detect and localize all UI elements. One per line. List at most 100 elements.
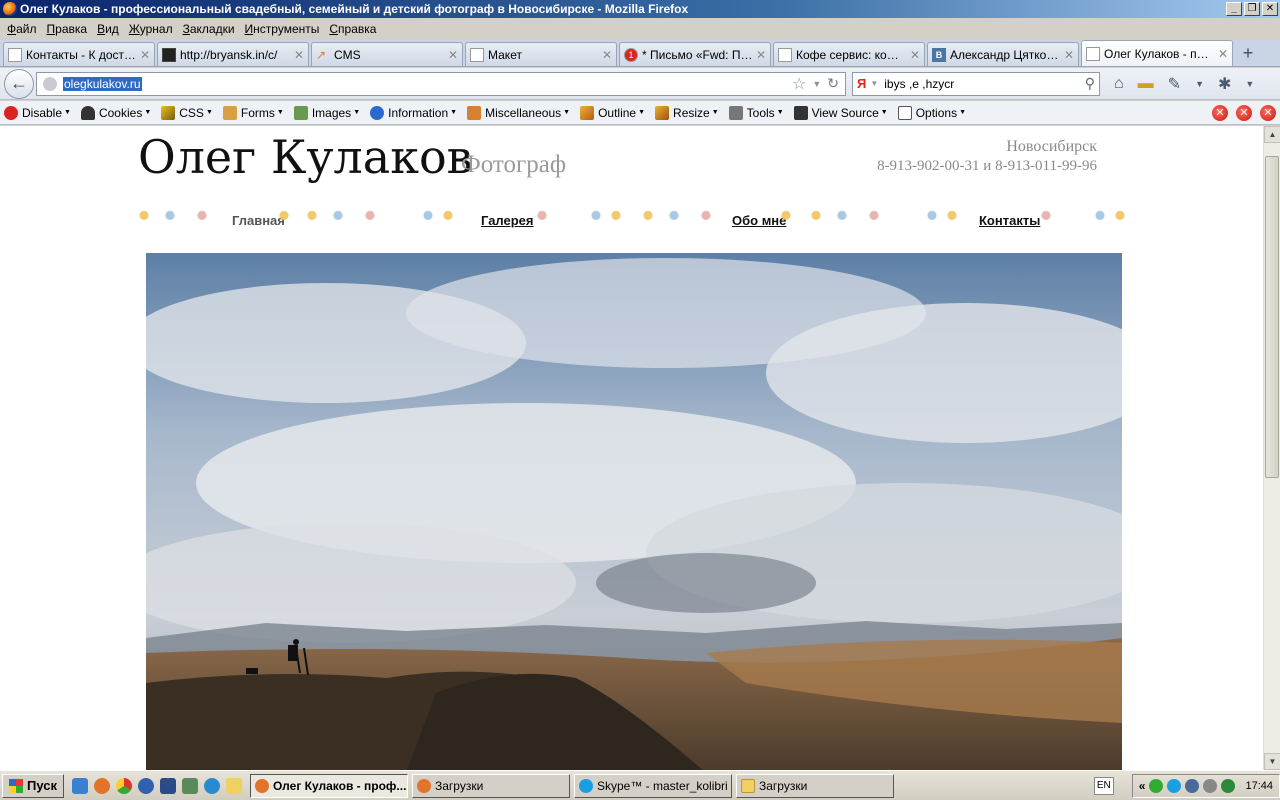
network-icon[interactable] [182,777,198,794]
page-scrollbar[interactable]: ▲ ▼ [1263,126,1280,770]
close-tab-icon[interactable]: ✕ [602,48,612,62]
tab-bryansk[interactable]: http://bryansk.in/c/ ✕ [157,42,309,66]
search-bar[interactable]: Я ▼ ibys ,e ,hzycr ⚲ [852,71,1100,96]
dev-miscellaneous[interactable]: Miscellaneous ▼ [467,105,570,120]
reload-icon[interactable]: ↻ [827,75,839,92]
nav-contacts[interactable]: Контакты [979,213,1040,228]
scroll-up-icon[interactable]: ▲ [1264,126,1280,143]
wifi-icon[interactable] [1203,778,1218,793]
bookmarks-icon[interactable]: ▬ [1138,75,1154,93]
maximize-button[interactable]: ❐ [1244,2,1260,16]
menu-bookmarks[interactable]: Закладки [178,22,240,36]
folder-icon[interactable] [226,777,242,794]
blank-page-icon [778,47,792,62]
home-icon[interactable]: ⌂ [1114,75,1124,93]
ie-icon[interactable] [204,777,220,794]
dev-css[interactable]: CSS ▼ [161,105,213,120]
hero-photo [146,253,1122,770]
menu-edit[interactable]: Правка [42,22,93,36]
close-toolbar-icon[interactable]: ✕ [1236,104,1252,121]
url-bar[interactable]: olegkulakov.ru ☆ ▼ ↻ [36,71,846,96]
close-tab-icon[interactable]: ✕ [140,48,150,62]
dev-cookies[interactable]: Cookies ▼ [80,105,151,120]
minimize-button[interactable]: _ [1226,2,1242,16]
task-downloads-folder[interactable]: Загрузки [736,773,894,798]
close-window-button[interactable]: ✕ [1262,2,1278,16]
flower-decoration-icon [868,210,880,228]
tab-strip: Контакты - К доста... ✕ http://bryansk.i… [0,40,1280,67]
menu-tools[interactable]: Инструменты [240,22,325,36]
history-dropdown-icon[interactable]: ▼ [812,79,821,89]
scroll-thumb[interactable] [1265,156,1279,478]
close-tab-icon[interactable]: ✕ [910,48,920,62]
dev-forms[interactable]: Forms ▼ [222,105,284,120]
firefox-icon[interactable] [94,777,110,794]
yandex-icon[interactable]: Я [857,76,866,91]
dev-resize[interactable]: Resize ▼ [655,105,719,120]
media-player-icon[interactable] [138,777,154,794]
desktop-icon[interactable] [72,777,88,794]
tab-olegkulakov[interactable]: Олег Кулаков - про... ✕ [1081,40,1233,66]
menu-dropdown-icon[interactable]: ▼ [1195,79,1204,89]
site-identity-icon[interactable] [43,76,57,91]
security-icon[interactable] [1149,778,1164,793]
dev-images[interactable]: Images ▼ [293,105,360,120]
expand-tray-icon[interactable]: « [1139,779,1146,793]
dev-outline[interactable]: Outline ▼ [580,105,645,120]
dev-disable[interactable]: Disable ▼ [4,105,71,120]
search-input[interactable]: ibys ,e ,hzycr [884,77,1084,91]
bookmark-star-icon[interactable]: ☆ [792,74,806,94]
tab-mail[interactable]: 1 * Письмо «Fwd: По п... ✕ [619,42,771,66]
tab-coffee[interactable]: Кофе сервис: кофе ... ✕ [773,42,925,66]
close-toolbar-icon[interactable]: ✕ [1260,104,1276,121]
dev-view-source[interactable]: View Source ▼ [793,105,888,120]
task-skype[interactable]: Skype™ - master_kolibri [574,773,732,798]
menu-file[interactable]: Файл [2,22,42,36]
menu-view[interactable]: Вид [92,22,124,36]
close-tab-icon[interactable]: ✕ [294,48,304,62]
update-icon[interactable] [1221,778,1236,793]
nav-gallery[interactable]: Галерея [481,213,534,228]
search-icon[interactable]: ⚲ [1085,75,1095,92]
new-tab-button[interactable]: + [1235,42,1261,66]
source-icon [793,105,808,120]
tab-cms[interactable]: ↗ CMS ✕ [311,42,463,66]
close-tab-icon[interactable]: ✕ [448,48,458,62]
tools-icon[interactable]: ✎ [1168,74,1181,94]
addon-dropdown-icon[interactable]: ▼ [1245,79,1254,89]
flower-decoration-icon [668,210,680,228]
dev-tools[interactable]: Tools ▼ [728,105,784,120]
search-engine-dropdown-icon[interactable]: ▼ [870,79,878,88]
task-firefox-olegkulakov[interactable]: Олег Кулаков - проф... [250,773,408,798]
firefox-icon [3,2,17,16]
save-icon[interactable] [160,777,176,794]
cookie-icon [80,105,95,120]
addon-icon[interactable]: ✱ [1218,74,1231,94]
task-downloads[interactable]: Загрузки [412,773,570,798]
start-button[interactable]: Пуск [2,773,64,798]
disable-icon [4,105,18,120]
url-text[interactable]: olegkulakov.ru [63,76,142,91]
close-tab-icon[interactable]: ✕ [1218,47,1228,61]
dev-options[interactable]: Options ▼ [897,105,966,120]
nav-home[interactable]: Главная [232,213,285,228]
close-tab-icon[interactable]: ✕ [1064,48,1074,62]
skype-tray-icon[interactable] [1167,778,1182,793]
tab-maket[interactable]: Макет ✕ [465,42,617,66]
scroll-down-icon[interactable]: ▼ [1264,753,1280,770]
tab-vk[interactable]: B Александр Цятковс... ✕ [927,42,1079,66]
nav-about[interactable]: Обо мне [732,213,786,228]
dev-information[interactable]: Information ▼ [370,105,457,120]
network-tray-icon[interactable] [1185,778,1200,793]
back-button[interactable]: ← [4,68,34,99]
close-toolbar-icon[interactable]: ✕ [1212,104,1228,121]
menu-history[interactable]: Журнал [124,22,178,36]
tab-contacts[interactable]: Контакты - К доста... ✕ [3,42,155,66]
menu-help[interactable]: Справка [324,22,381,36]
mail-icon: 1 [624,47,638,62]
close-tab-icon[interactable]: ✕ [756,48,766,62]
language-indicator[interactable]: EN [1093,776,1114,795]
flower-decoration-icon [642,210,654,228]
flower-decoration-icon [364,210,376,228]
chrome-icon[interactable] [116,777,132,794]
